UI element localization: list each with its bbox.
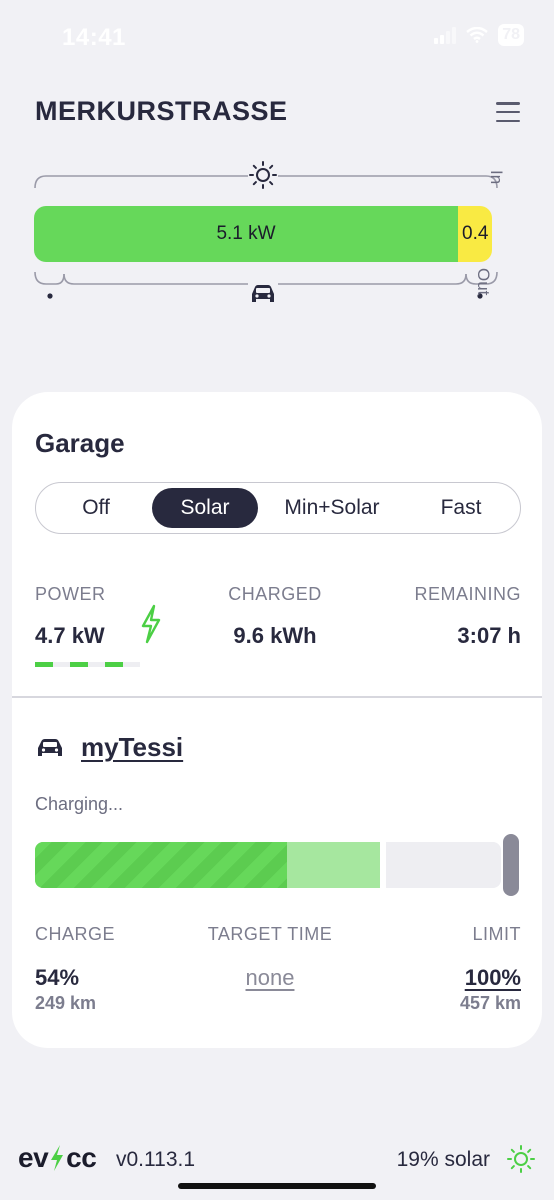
soc-bar[interactable] (35, 834, 519, 896)
soc-current-fill (35, 842, 287, 888)
car-icon (248, 282, 278, 306)
limit-slider-handle[interactable] (503, 834, 519, 896)
status-icons: 78 (434, 24, 524, 46)
evcc-logo[interactable]: ev cc (18, 1142, 97, 1174)
divider (12, 696, 542, 698)
logo-text-left: ev (18, 1142, 49, 1173)
power-phases-indicator (35, 662, 140, 667)
out-label: Out (473, 268, 493, 296)
hamburger-menu-icon[interactable] (496, 102, 520, 122)
logo-text-right: cc (66, 1142, 97, 1173)
vehicle-name-link[interactable]: myTessi (81, 732, 183, 763)
footer: ev cc v0.113.1 19% solar (18, 1142, 536, 1182)
mode-min-solar-button[interactable]: Min+Solar (258, 488, 406, 528)
site-title: MERKURSTRASSE (35, 96, 288, 126)
vehicle-status: Charging... (35, 794, 124, 814)
mode-fast-button[interactable]: Fast (406, 488, 516, 528)
vehicle-kpis: CHARGE 54% 249 km TARGET TIME none LIMIT… (35, 924, 521, 1014)
solar-segment: 5.1 kW (34, 206, 458, 262)
target-time-link[interactable]: none (246, 965, 295, 990)
limit-value-wrap: 100% (460, 965, 521, 991)
remaining-kpi: REMAINING 3:07 h (414, 584, 521, 649)
mode-solar-button[interactable]: Solar (152, 488, 258, 528)
limit-range: 457 km (459, 993, 521, 1013)
loadpoint-title: Garage (35, 428, 125, 458)
remaining-label: REMAINING (414, 584, 521, 604)
car-icon (38, 738, 62, 756)
limit-kpi: LIMIT 100% 457 km (460, 924, 521, 1014)
charge-mode-selector: Off Solar Min+Solar Fast (35, 482, 521, 534)
solar-share-label[interactable]: 19% solar (397, 1148, 490, 1172)
limit-link[interactable]: 100% (465, 965, 521, 990)
cellular-signal-icon (434, 26, 457, 44)
status-bar: 14:41 78 (0, 0, 554, 70)
mode-off-button[interactable]: Off (40, 488, 152, 528)
loadpoint-kpis: POWER 4.7 kW CHARGED 9.6 kWh REMAINING 3… (35, 584, 521, 674)
target-time-kpi: TARGET TIME none (35, 924, 521, 991)
charge-range: 249 km (35, 993, 97, 1013)
logo-bolt-icon (51, 1145, 64, 1171)
soc-target-marker (379, 842, 386, 888)
limit-label: LIMIT (472, 924, 521, 944)
wifi-icon (466, 27, 488, 43)
sun-icon (248, 160, 278, 190)
battery-indicator: 78 (498, 24, 524, 46)
soc-track (35, 842, 501, 888)
energy-flow[interactable]: In 5.1 kW 0.4 Out (34, 158, 506, 318)
energy-bar: 5.1 kW 0.4 (34, 206, 492, 262)
target-time-value-wrap: none (19, 965, 521, 991)
in-label: In (486, 170, 506, 185)
home-indicator[interactable] (178, 1183, 376, 1189)
remaining-value: 3:07 h (457, 623, 521, 648)
vehicle-header: myTessi (35, 732, 183, 763)
status-time: 14:41 (62, 24, 126, 51)
sun-icon[interactable] (506, 1144, 536, 1174)
version-label[interactable]: v0.113.1 (116, 1148, 195, 1172)
grid-segment: 0.4 (458, 206, 492, 262)
target-time-label: TARGET TIME (207, 924, 333, 944)
loadpoint-card: Garage Off Solar Min+Solar Fast POWER 4.… (12, 392, 542, 1048)
